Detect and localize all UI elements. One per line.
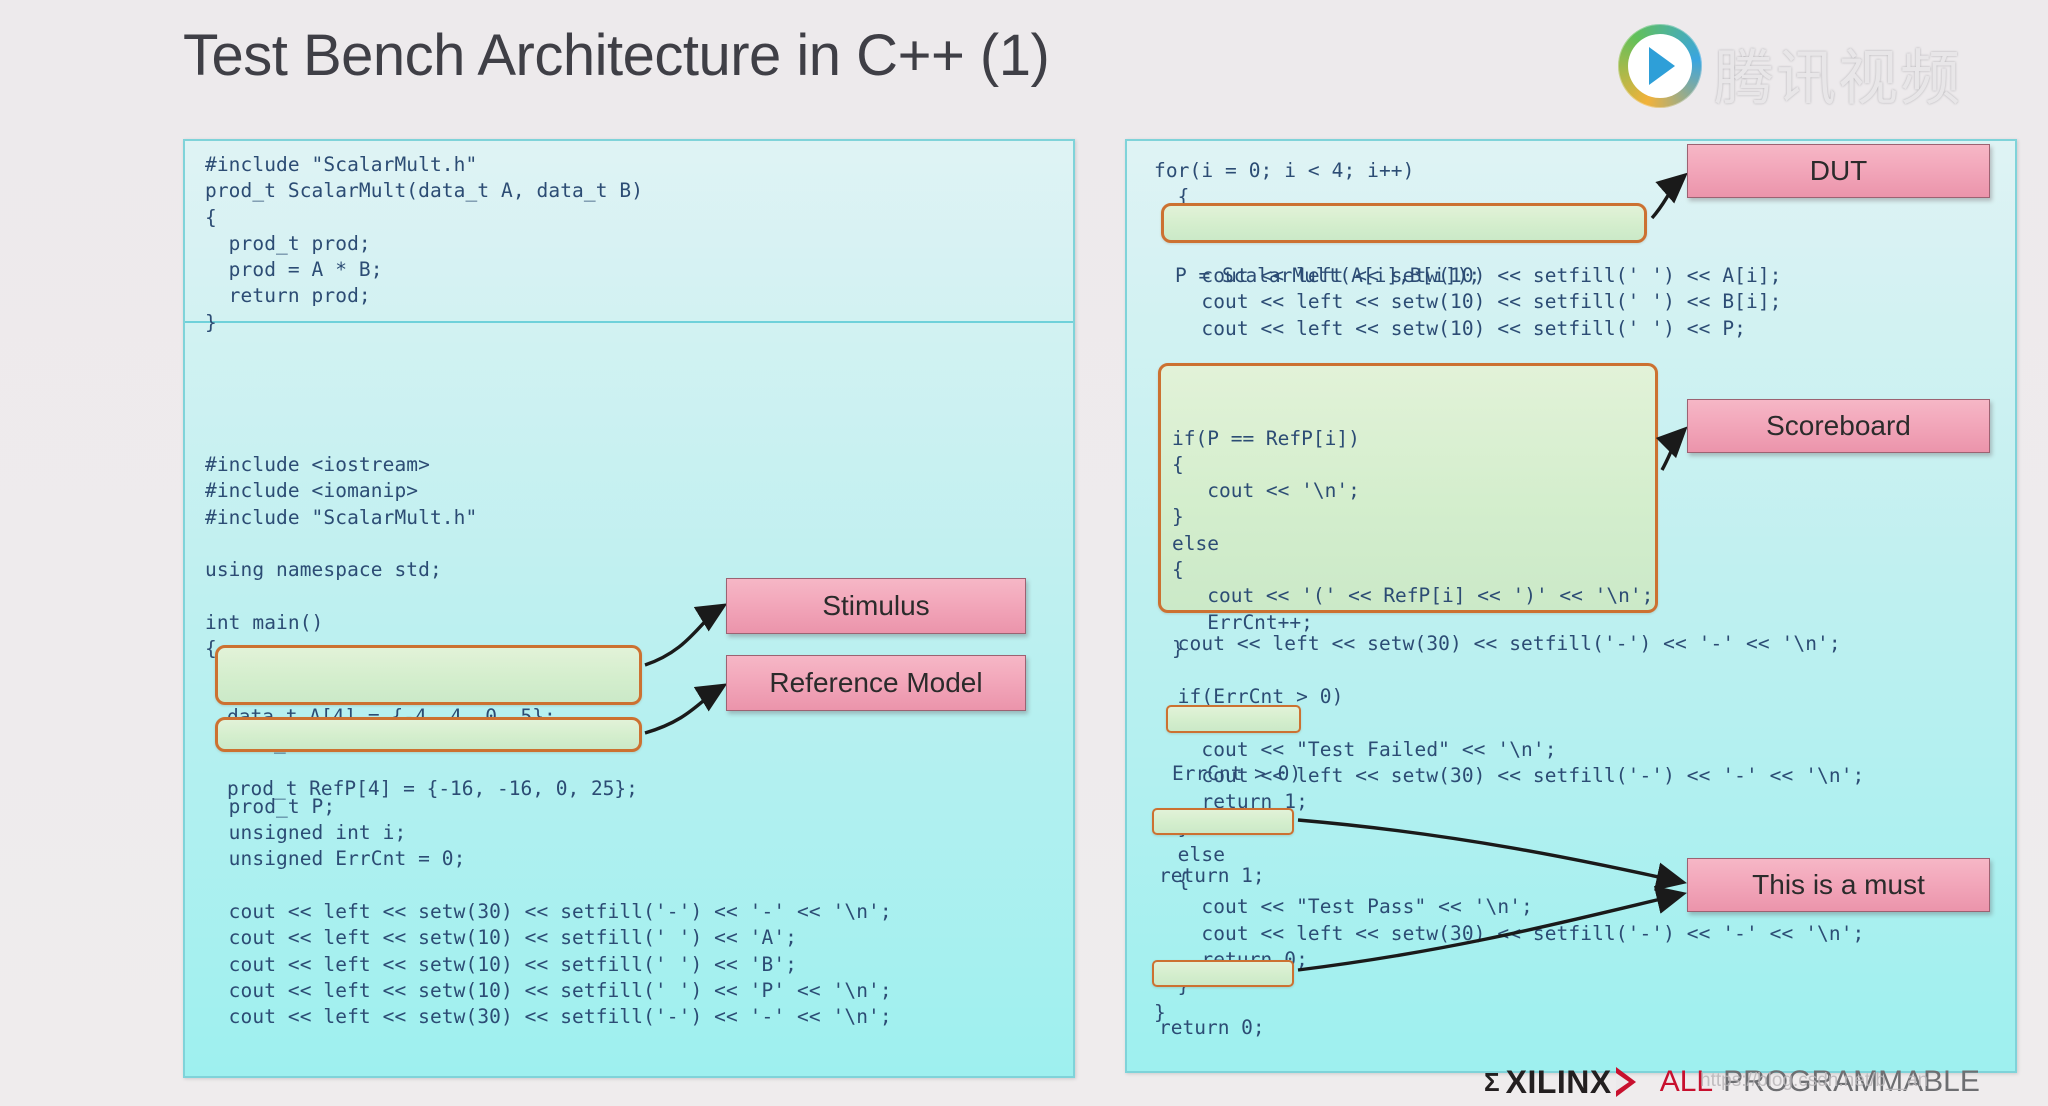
callout-stimulus: Stimulus	[726, 578, 1026, 634]
callout-this-is-a-must: This is a must	[1687, 858, 1990, 912]
tencent-video-logo: 腾讯视频	[1618, 18, 2018, 114]
xilinx-wordmark: XILINX	[1505, 1063, 1612, 1100]
highlight-reference-model-text: prod_t RefP[4] = {-16, -16, 0, 25};	[227, 776, 638, 800]
highlight-return-1-text: return 1;	[1159, 863, 1265, 887]
left-code-top: #include "ScalarMult.h" prod_t ScalarMul…	[205, 153, 644, 334]
blog-watermark: https://blog.csdn.net/b__an	[1700, 1070, 1929, 1091]
callout-dut: DUT	[1687, 144, 1990, 198]
highlight-return-0-text: return 0;	[1159, 1015, 1265, 1039]
highlight-dut-call-text: P = ScalarMult(A[i],B[i]);	[1175, 263, 1481, 287]
highlight-return-1: return 1;	[1152, 808, 1294, 887]
callout-scoreboard: Scoreboard	[1687, 399, 1990, 453]
highlight-reference-model: prod_t RefP[4] = {-16, -16, 0, 25};	[215, 717, 642, 800]
highlight-stimulus-arrays: data_t A[4] = {-4, 4, 0, 5}; data_t B[4]…	[215, 645, 642, 754]
highlight-errcnt-text: ErrCnt > 0)	[1172, 761, 1302, 785]
highlight-return-0: return 0;	[1152, 960, 1294, 1039]
highlight-scoreboard-text: if(P == RefP[i]) { cout << '\n'; } else …	[1172, 426, 1654, 660]
highlight-scoreboard-block: if(P == RefP[i]) { cout << '\n'; } else …	[1158, 363, 1658, 660]
page-title: Test Bench Architecture in C++ (1)	[183, 23, 1050, 88]
highlight-dut-call: P = ScalarMult(A[i],B[i]);	[1161, 203, 1647, 287]
xilinx-chevron-icon	[1615, 1067, 1640, 1097]
slide-canvas: Test Bench Architecture in C++ (1) 腾讯视频 …	[0, 0, 2048, 1106]
xilinx-e-mark: Σ	[1484, 1066, 1500, 1097]
play-icon	[1649, 47, 1675, 85]
tencent-video-label: 腾讯视频	[1714, 44, 1962, 114]
callout-reference-model: Reference Model	[726, 655, 1026, 711]
highlight-errcnt-condition: ErrCnt > 0)	[1166, 705, 1301, 785]
